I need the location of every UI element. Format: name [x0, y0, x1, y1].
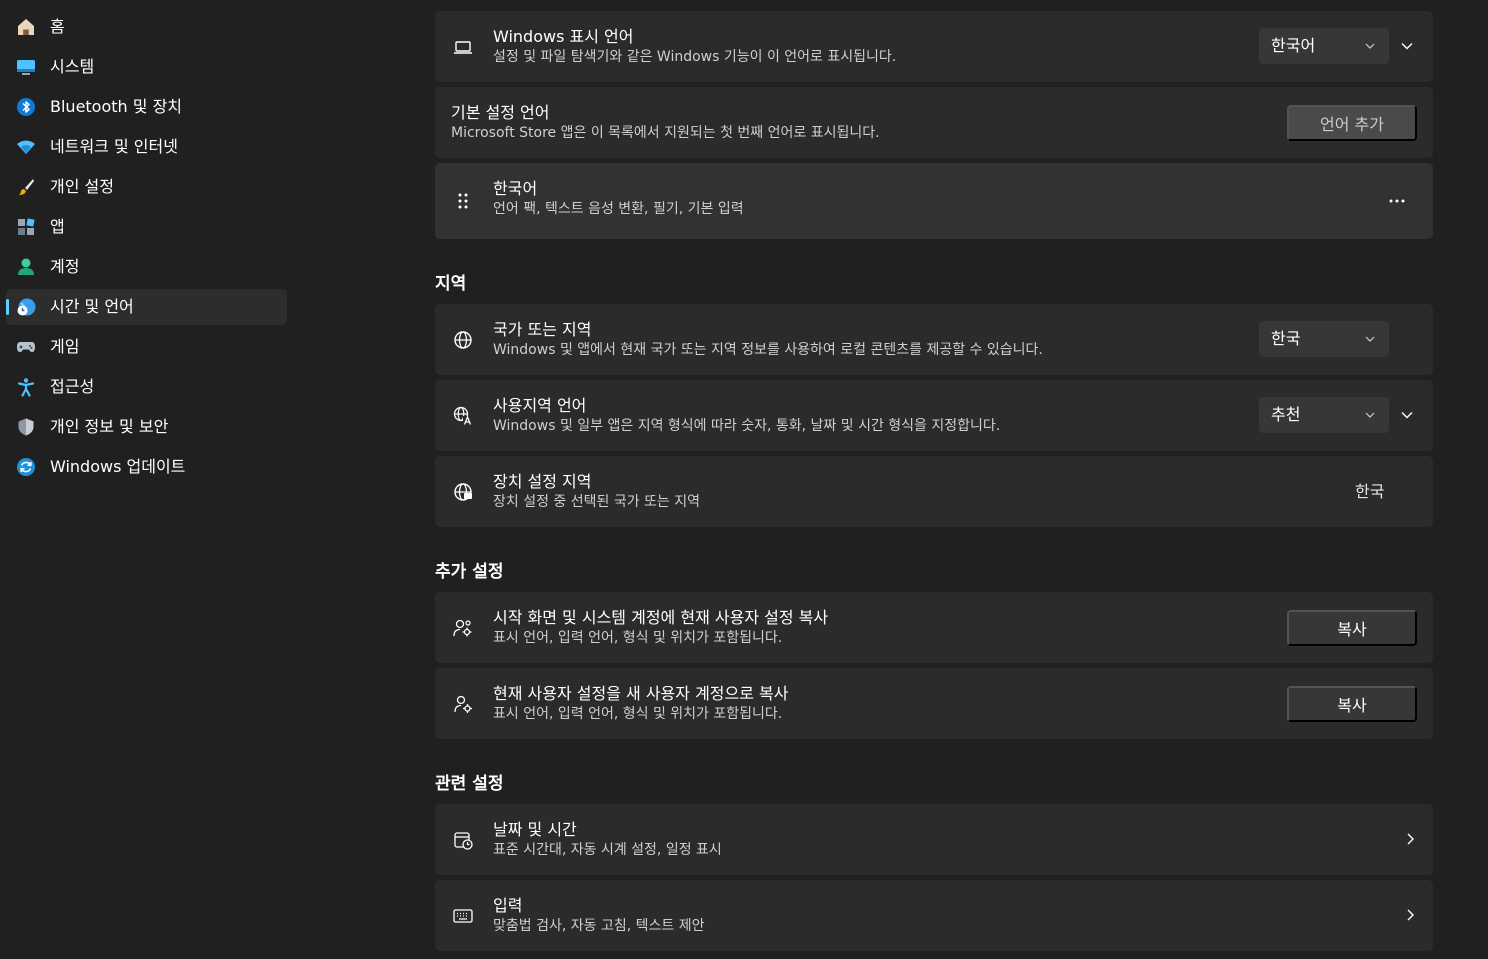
- regional-format-card[interactable]: 사용지역 언어 Windows 및 일부 앱은 지역 형식에 따라 숫자, 통화…: [435, 380, 1433, 451]
- expand-chevron-icon[interactable]: [1399, 407, 1415, 423]
- sidebar-item-apps[interactable]: 앱: [6, 209, 287, 245]
- sidebar-item-label: 계정: [50, 257, 80, 276]
- language-item-title: 한국어: [493, 179, 538, 198]
- language-item-subtitle: 언어 팩, 텍스트 음성 변환, 필기, 기본 입력: [493, 201, 744, 217]
- additional-settings-heading: 추가 설정: [435, 562, 504, 582]
- country-region-card[interactable]: 국가 또는 지역 Windows 및 앱에서 현재 국가 또는 지역 정보를 사…: [435, 304, 1433, 375]
- sidebar-item-bluetooth[interactable]: Bluetooth 및 장치: [6, 89, 287, 125]
- sidebar-item-system[interactable]: 시스템: [6, 49, 287, 85]
- date-time-title: 날짜 및 시간: [493, 820, 577, 839]
- globe-clock-icon: [16, 297, 36, 317]
- accessibility-icon: [16, 377, 36, 397]
- regional-format-subtitle: Windows 및 일부 앱은 지역 형식에 따라 숫자, 통화, 날짜 및 시…: [493, 418, 1001, 434]
- display-language-subtitle: 설정 및 파일 탐색기와 같은 Windows 기능이 이 언어로 표시됩니다.: [493, 49, 897, 65]
- globe-device-icon: [452, 481, 474, 503]
- sidebar-item-label: 앱: [50, 217, 65, 236]
- sidebar-item-network[interactable]: 네트워크 및 인터넷: [6, 129, 287, 165]
- person-icon: [16, 257, 36, 277]
- chevron-right-icon: [1402, 907, 1418, 923]
- bluetooth-icon: [16, 97, 36, 117]
- brush-icon: [16, 177, 36, 197]
- copy-new-account-title: 현재 사용자 설정을 새 사용자 계정으로 복사: [493, 684, 789, 703]
- country-region-subtitle: Windows 및 앱에서 현재 국가 또는 지역 정보를 사용하여 로컬 콘텐…: [493, 342, 1043, 358]
- copy-welcome-card: 시작 화면 및 시스템 계정에 현재 사용자 설정 복사 표시 언어, 입력 언…: [435, 592, 1433, 663]
- sidebar-item-privacy[interactable]: 개인 정보 및 보안: [6, 409, 287, 445]
- expand-chevron-icon[interactable]: [1399, 38, 1415, 54]
- sidebar-item-home[interactable]: 홈: [6, 9, 287, 45]
- sidebar-item-personalization[interactable]: 개인 설정: [6, 169, 287, 205]
- country-region-value: 한국: [1271, 329, 1301, 348]
- device-region-card: 장치 설정 지역 장치 설정 중 선택된 국가 또는 지역 한국: [435, 456, 1433, 527]
- preferred-languages-title: 기본 설정 언어: [451, 103, 550, 122]
- sidebar-item-label: 네트워크 및 인터넷: [50, 137, 178, 156]
- sidebar-item-label: Bluetooth 및 장치: [50, 97, 183, 116]
- main-content: Windows 표시 언어 설정 및 파일 탐색기와 같은 Windows 기능…: [435, 0, 1433, 959]
- device-region-value: 한국: [1355, 482, 1385, 501]
- preferred-languages-subtitle: Microsoft Store 앱은 이 목록에서 지원되는 첫 번째 언어로 …: [451, 125, 880, 141]
- language-item-korean[interactable]: 한국어 언어 팩, 텍스트 음성 변환, 필기, 기본 입력: [435, 163, 1433, 239]
- copy-welcome-button[interactable]: 복사: [1287, 610, 1417, 646]
- regional-format-select[interactable]: 추천: [1259, 397, 1389, 433]
- sidebar-item-label: 게임: [50, 337, 80, 356]
- typing-title: 입력: [493, 896, 523, 915]
- country-region-select[interactable]: 한국: [1259, 321, 1389, 357]
- regional-format-title: 사용지역 언어: [493, 396, 587, 415]
- region-heading: 지역: [435, 274, 467, 294]
- sidebar-item-windows-update[interactable]: Windows 업데이트: [6, 449, 287, 485]
- more-options-icon[interactable]: [1387, 191, 1407, 211]
- drag-handle-icon[interactable]: [452, 190, 474, 212]
- date-time-subtitle: 표준 시간대, 자동 시계 설정, 일정 표시: [493, 842, 722, 858]
- copy-welcome-subtitle: 표시 언어, 입력 언어, 형식 및 위치가 포함됩니다.: [493, 630, 783, 646]
- display-language-card[interactable]: Windows 표시 언어 설정 및 파일 탐색기와 같은 Windows 기능…: [435, 11, 1433, 82]
- chevron-right-icon: [1402, 831, 1418, 847]
- sidebar-item-gaming[interactable]: 게임: [6, 329, 287, 365]
- device-region-subtitle: 장치 설정 중 선택된 국가 또는 지역: [493, 494, 701, 510]
- sidebar-item-label: 개인 설정: [50, 177, 114, 196]
- home-icon: [16, 17, 36, 37]
- chevron-down-icon: [1365, 42, 1375, 50]
- keyboard-icon: [452, 905, 474, 927]
- globe-icon: [452, 329, 474, 351]
- preferred-languages-card: 기본 설정 언어 Microsoft Store 앱은 이 목록에서 지원되는 …: [435, 87, 1433, 158]
- gamepad-icon: [16, 337, 36, 357]
- display-language-value: 한국어: [1271, 36, 1316, 55]
- copy-new-account-button[interactable]: 복사: [1287, 686, 1417, 722]
- device-region-title: 장치 설정 지역: [493, 472, 592, 491]
- sidebar-item-label: 접근성: [50, 377, 95, 396]
- sidebar-item-label: Windows 업데이트: [50, 457, 186, 476]
- country-region-title: 국가 또는 지역: [493, 320, 592, 339]
- calendar-clock-icon: [452, 829, 474, 851]
- user-gear-icon: [452, 693, 474, 715]
- copy-welcome-title: 시작 화면 및 시스템 계정에 현재 사용자 설정 복사: [493, 608, 829, 627]
- add-language-button[interactable]: 언어 추가: [1287, 105, 1417, 141]
- copy-new-account-card: 현재 사용자 설정을 새 사용자 계정으로 복사 표시 언어, 입력 언어, 형…: [435, 668, 1433, 739]
- apps-icon: [16, 217, 36, 237]
- sidebar: 홈 시스템 Bluetooth 및 장치 네트워크 및 인터넷 개인 설정 앱 …: [0, 0, 300, 959]
- sidebar-item-label: 시스템: [50, 57, 95, 76]
- chevron-down-icon: [1365, 411, 1375, 419]
- sidebar-item-label: 시간 및 언어: [50, 297, 134, 316]
- chevron-down-icon: [1365, 335, 1375, 343]
- related-date-time[interactable]: 날짜 및 시간 표준 시간대, 자동 시계 설정, 일정 표시: [435, 804, 1433, 875]
- user-gear-icon: [452, 617, 474, 639]
- display-language-select[interactable]: 한국어: [1259, 28, 1389, 64]
- shield-icon: [16, 417, 36, 437]
- sidebar-item-time-language[interactable]: 시간 및 언어: [6, 289, 287, 325]
- sidebar-item-accessibility[interactable]: 접근성: [6, 369, 287, 405]
- sidebar-item-label: 홈: [50, 17, 65, 36]
- related-settings-heading: 관련 설정: [435, 774, 504, 794]
- copy-new-account-subtitle: 표시 언어, 입력 언어, 형식 및 위치가 포함됩니다.: [493, 706, 783, 722]
- display-language-title: Windows 표시 언어: [493, 27, 634, 46]
- update-icon: [16, 457, 36, 477]
- regional-format-value: 추천: [1271, 405, 1301, 424]
- related-typing[interactable]: 입력 맞춤법 검사, 자동 고침, 텍스트 제안: [435, 880, 1433, 951]
- laptop-icon: [452, 36, 474, 58]
- monitor-icon: [16, 57, 36, 77]
- sidebar-item-label: 개인 정보 및 보안: [50, 417, 169, 436]
- typing-subtitle: 맞춤법 검사, 자동 고침, 텍스트 제안: [493, 918, 705, 934]
- settings-window: 홈 시스템 Bluetooth 및 장치 네트워크 및 인터넷 개인 설정 앱 …: [0, 0, 1488, 959]
- sidebar-item-accounts[interactable]: 계정: [6, 249, 287, 285]
- wifi-icon: [16, 137, 36, 157]
- globe-language-icon: [452, 405, 474, 427]
